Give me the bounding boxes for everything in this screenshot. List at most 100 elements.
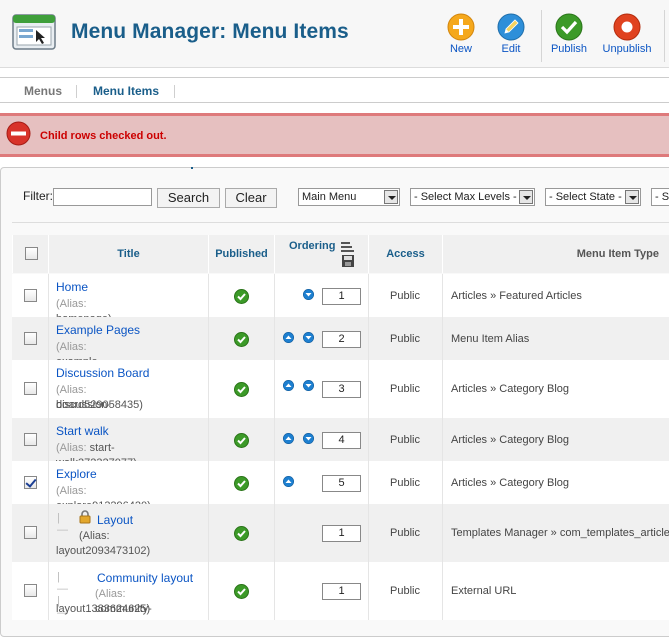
row-checkbox[interactable] — [24, 475, 37, 489]
move-up-arrow-icon[interactable] — [283, 476, 294, 487]
ordering-input[interactable]: 5 — [322, 474, 361, 492]
error-icon — [6, 121, 31, 146]
column-header-ordering[interactable]: Ordering — [289, 240, 335, 252]
save-order-icon[interactable] — [340, 241, 355, 269]
toolbar-header: Menu Manager: Menu Items New Edit Publis… — [0, 0, 669, 68]
panel-divider — [12, 222, 669, 223]
state-select-value: - Select State - — [549, 191, 622, 203]
access-level: Public — [390, 527, 420, 539]
checked-out-lock-icon[interactable] — [79, 510, 91, 524]
row-checkbox[interactable] — [24, 331, 37, 345]
page-title: Menu Manager: Menu Items — [71, 20, 349, 43]
alias-label: (Alias: — [56, 442, 87, 454]
stop-icon — [613, 13, 641, 41]
move-down-arrow-icon[interactable] — [303, 433, 314, 444]
menu-item-type: Templates Manager » com_templates_articl… — [451, 527, 669, 539]
menu-item-type: Articles » Category Blog — [451, 433, 569, 446]
ordering-input[interactable]: 1 — [322, 287, 361, 305]
move-up-arrow-icon[interactable] — [283, 380, 294, 391]
menu-item-type: Articles » Featured Articles — [451, 289, 582, 302]
menu-item-title[interactable]: Discussion Board — [56, 366, 149, 380]
select-all-checkbox[interactable] — [25, 247, 38, 260]
extra-select-value: - S — [655, 191, 669, 203]
move-down-arrow-icon[interactable] — [303, 289, 314, 300]
menu-item-title[interactable]: Community layout — [97, 571, 193, 585]
column-header-title[interactable]: Title — [48, 235, 208, 273]
ordering-input[interactable]: 2 — [322, 330, 361, 348]
menu-item-type: Articles » Category Blog — [451, 383, 569, 395]
menu-item-title[interactable]: Start walk — [56, 424, 109, 438]
publish-button-label: Publish — [550, 43, 588, 55]
access-level: Public — [390, 585, 420, 597]
extra-select[interactable]: - S — [651, 188, 669, 206]
menu-item-title[interactable]: Home — [56, 280, 88, 294]
chevron-down-icon — [625, 190, 639, 204]
check-icon — [555, 13, 583, 41]
published-check-icon[interactable] — [234, 432, 249, 448]
menu-item-type: External URL — [451, 585, 517, 597]
menu-item-type: Menu Item Alias — [451, 332, 530, 345]
menu-item-title[interactable]: Explore — [56, 467, 97, 481]
published-check-icon[interactable] — [234, 584, 249, 599]
unpublish-button[interactable]: Unpublish — [598, 11, 656, 61]
published-check-icon[interactable] — [234, 382, 249, 397]
move-down-arrow-icon[interactable] — [303, 380, 314, 391]
chevron-down-icon — [519, 190, 533, 204]
header-select-all-cell — [12, 235, 48, 273]
menu-item-type: Articles » Category Blog — [451, 476, 569, 489]
access-level: Public — [390, 433, 420, 446]
published-check-icon[interactable] — [234, 475, 249, 491]
max-levels-select[interactable]: - Select Max Levels - — [410, 188, 535, 206]
published-check-icon[interactable] — [234, 288, 249, 304]
move-up-arrow-icon[interactable] — [283, 332, 294, 343]
tab-menu-items[interactable]: Menu Items — [93, 84, 159, 98]
menu-item-alias: layout2093473102) — [56, 545, 151, 557]
row-checkbox[interactable] — [24, 584, 37, 597]
filter-search-input[interactable] — [53, 188, 152, 206]
alias-label: (Alias: — [56, 384, 87, 396]
ordering-input[interactable]: 3 — [322, 381, 361, 398]
row-checkbox[interactable] — [24, 432, 37, 446]
new-button[interactable]: New — [434, 11, 488, 61]
pencil-icon — [497, 13, 525, 41]
clear-button[interactable]: Clear — [225, 188, 277, 208]
toolbar-divider — [664, 10, 665, 62]
published-check-icon[interactable] — [234, 526, 249, 541]
row-checkbox[interactable] — [24, 382, 37, 395]
publish-button[interactable]: Publish — [542, 11, 596, 61]
filter-label: Filter: — [23, 189, 53, 203]
ordering-input[interactable]: 1 — [322, 525, 361, 542]
column-header-access[interactable]: Access — [368, 235, 442, 273]
error-message: Child rows checked out. — [0, 113, 669, 157]
tab-menus[interactable]: Menus — [24, 84, 62, 98]
alias-label: (Alias: — [56, 298, 87, 310]
menu-select[interactable]: Main Menu — [298, 188, 400, 206]
move-up-arrow-icon[interactable] — [283, 433, 294, 444]
message-text: Child rows checked out. — [40, 130, 167, 142]
row-checkbox[interactable] — [24, 288, 37, 302]
alias-label: (Alias: — [56, 341, 87, 353]
move-down-arrow-icon[interactable] — [303, 332, 314, 343]
menu-item-title[interactable]: Layout — [97, 513, 133, 527]
column-header-ordering-cell: Ordering — [274, 235, 368, 273]
ordering-input[interactable]: 4 — [322, 431, 361, 449]
column-header-published[interactable]: Published — [208, 235, 274, 273]
menu-item-title[interactable]: Example Pages — [56, 323, 140, 337]
access-level: Public — [390, 289, 420, 302]
search-button[interactable]: Search — [157, 188, 220, 208]
plus-icon — [447, 13, 475, 41]
access-level: Public — [390, 332, 420, 345]
chevron-down-icon — [384, 190, 398, 204]
edit-button[interactable]: Edit — [484, 11, 538, 61]
column-header-menu-item-type[interactable]: Menu Item Type — [442, 235, 669, 273]
published-check-icon[interactable] — [234, 331, 249, 347]
unpublish-button-label: Unpublish — [602, 43, 652, 55]
access-level: Public — [390, 476, 420, 489]
ordering-input[interactable]: 1 — [322, 583, 361, 600]
row-checkbox[interactable] — [24, 526, 37, 539]
state-select[interactable]: - Select State - — [545, 188, 641, 206]
panel-dot — [191, 167, 193, 169]
tab-divider — [76, 85, 77, 98]
edit-button-label: Edit — [501, 43, 521, 55]
access-level: Public — [390, 383, 420, 395]
